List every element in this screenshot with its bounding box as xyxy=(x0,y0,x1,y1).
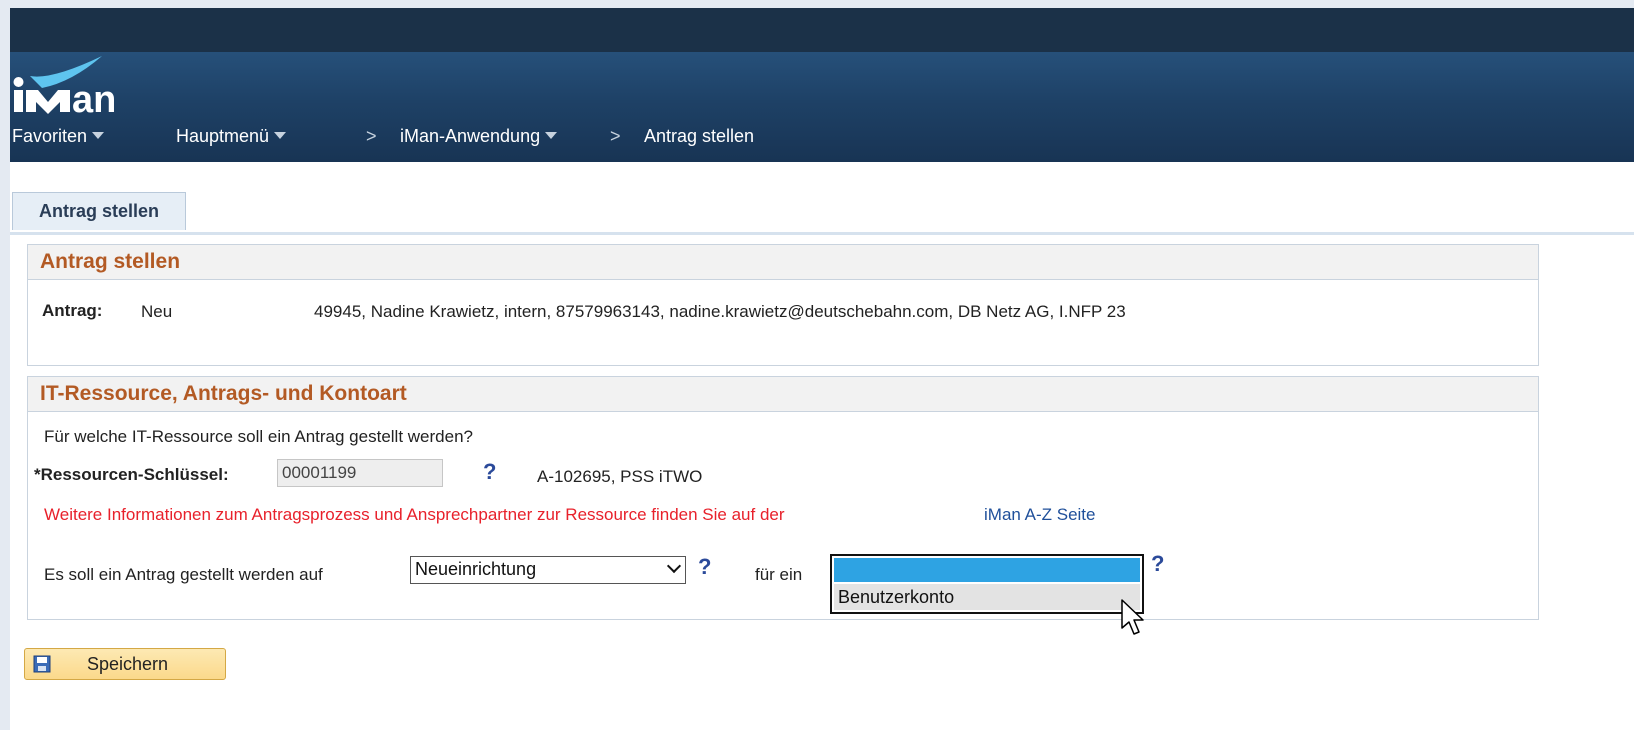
ressource-question: Für welche IT-Ressource soll ein Antrag … xyxy=(44,427,473,446)
account-type-help-icon[interactable]: ? xyxy=(1151,551,1164,577)
mouse-cursor-icon xyxy=(1121,599,1144,635)
dropdown-option-benutzerkonto[interactable]: Benutzerkonto xyxy=(834,584,1140,610)
antrag-details: 49945, Nadine Krawietz, intern, 87579963… xyxy=(314,302,1126,321)
breadcrumb-nav: Favoriten Hauptmenü > iMan-Anwendung > A… xyxy=(10,122,1634,152)
floppy-disk-icon xyxy=(33,655,51,673)
antrag-groupbox: Antrag stellen Antrag: Neu 49945, Nadine… xyxy=(27,244,1539,366)
tab-strip: Antrag stellen xyxy=(10,192,1634,235)
chevron-down-icon xyxy=(666,558,682,574)
request-type-select[interactable]: Neueinrichtung xyxy=(410,556,686,584)
request-type-help-icon[interactable]: ? xyxy=(698,554,711,580)
for-label: für ein xyxy=(755,565,803,584)
ressource-section-title: IT-Ressource, Antrags- und Kontoart xyxy=(28,377,1538,412)
top-strip xyxy=(10,8,1634,52)
nav-antrag-stellen[interactable]: Antrag stellen xyxy=(644,126,754,147)
nav-hauptmenue[interactable]: Hauptmenü xyxy=(176,126,287,147)
antrag-section-title: Antrag stellen xyxy=(28,245,1538,280)
app-frame: an Favoriten Hauptmenü > iMan-Anwendung … xyxy=(10,8,1634,730)
breadcrumb-separator: > xyxy=(366,126,377,146)
ressource-key-help-icon[interactable]: ? xyxy=(483,459,496,485)
request-type-label: Es soll ein Antrag gestellt werden auf xyxy=(44,565,323,584)
account-type-dropdown[interactable]: Benutzerkonto xyxy=(830,554,1144,614)
ressource-key-input[interactable]: 00001199 xyxy=(277,459,443,487)
iman-logo: an xyxy=(13,56,116,116)
ressource-key-label: *Ressourcen-Schlüssel: xyxy=(34,465,229,484)
header-banner: an Favoriten Hauptmenü > iMan-Anwendung … xyxy=(10,52,1634,162)
antrag-status: Neu xyxy=(141,302,173,321)
breadcrumb-separator: > xyxy=(610,126,621,146)
save-button[interactable]: Speichern xyxy=(24,648,226,680)
resource-description: A-102695, PSS iTWO xyxy=(537,467,703,486)
chevron-down-icon xyxy=(274,131,287,139)
dropdown-option-empty[interactable] xyxy=(834,558,1140,582)
chevron-down-icon xyxy=(92,131,105,139)
tab-antrag-stellen[interactable]: Antrag stellen xyxy=(12,192,186,230)
nav-iman-anwendung[interactable]: iMan-Anwendung xyxy=(400,126,558,147)
chevron-down-icon xyxy=(545,131,558,139)
antrag-label: Antrag: xyxy=(42,301,103,320)
info-text: Weitere Informationen zum Antragsprozess… xyxy=(44,505,785,524)
ressource-groupbox: IT-Ressource, Antrags- und Kontoart Für … xyxy=(27,376,1539,620)
svg-text:an: an xyxy=(72,79,116,116)
iman-az-link[interactable]: iMan A-Z Seite xyxy=(984,505,1096,525)
nav-favoriten[interactable]: Favoriten xyxy=(12,126,105,147)
save-button-label: Speichern xyxy=(87,654,169,674)
